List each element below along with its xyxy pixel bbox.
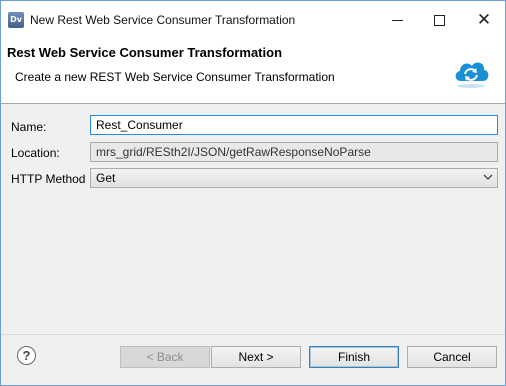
http-method-label: HTTP Method	[11, 172, 86, 186]
back-button[interactable]: < Back	[120, 346, 210, 368]
close-icon[interactable]: ✕	[475, 11, 493, 29]
help-icon[interactable]: ?	[17, 346, 36, 365]
location-field: mrs_grid/RESth2I/JSON/getRawResponseNoPa…	[90, 142, 498, 162]
app-icon: Dv	[8, 12, 24, 28]
wizard-header: Rest Web Service Consumer Transformation…	[1, 31, 505, 104]
cancel-button[interactable]: Cancel	[407, 346, 497, 368]
name-input[interactable]	[90, 115, 498, 135]
cloud-sync-icon	[455, 62, 489, 88]
footer-divider	[1, 334, 505, 335]
window-title: New Rest Web Service Consumer Transforma…	[30, 13, 296, 27]
location-label: Location:	[11, 146, 60, 160]
maximize-icon[interactable]	[431, 11, 449, 29]
finish-button[interactable]: Finish	[309, 346, 399, 368]
wizard-subtitle: Create a new REST Web Service Consumer T…	[15, 70, 335, 84]
http-method-value: Get	[96, 171, 116, 185]
http-method-select[interactable]: Get	[90, 168, 498, 188]
chevron-down-icon	[483, 174, 493, 180]
wizard-title: Rest Web Service Consumer Transformation	[7, 45, 283, 60]
name-label: Name:	[11, 120, 47, 134]
dialog-window: Dv New Rest Web Service Consumer Transfo…	[0, 0, 506, 386]
minimize-icon[interactable]	[390, 11, 408, 29]
next-button[interactable]: Next >	[211, 346, 301, 368]
title-bar: Dv New Rest Web Service Consumer Transfo…	[1, 1, 505, 31]
